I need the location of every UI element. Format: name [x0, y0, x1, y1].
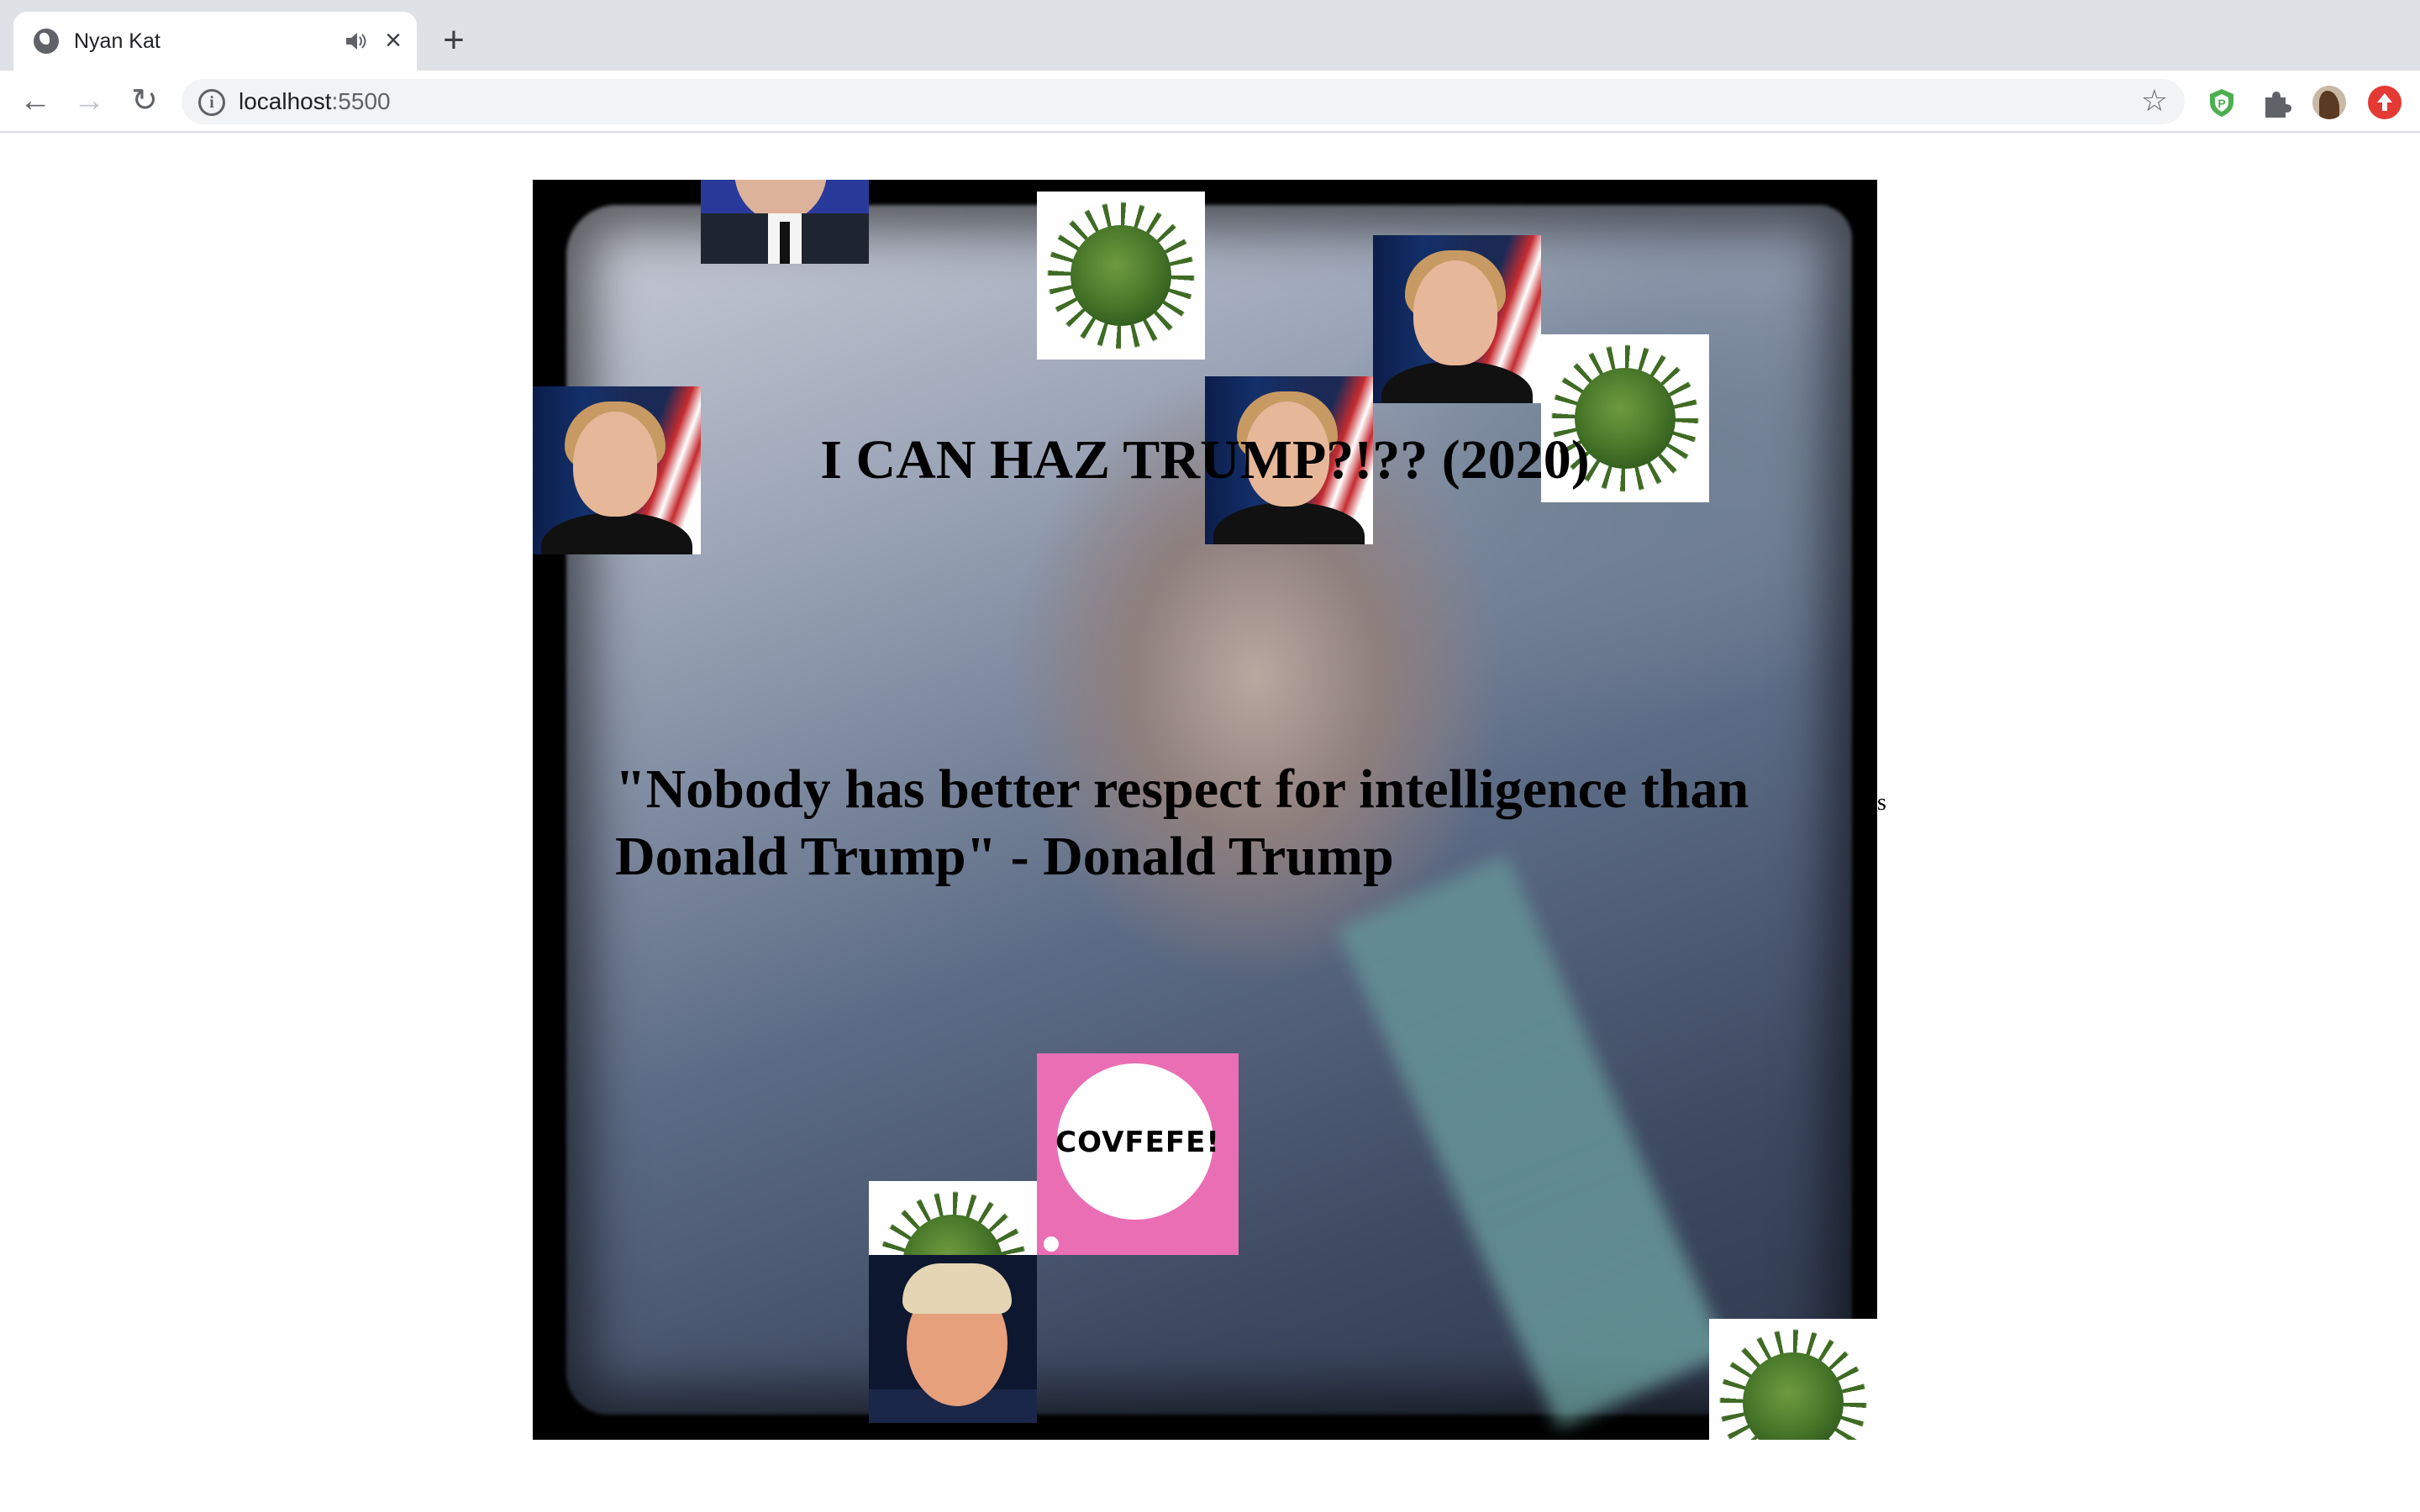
update-icon[interactable] — [2368, 86, 2402, 119]
page-content: I CAN HAZ TRUMP?!?? (2020) "Nobody has b… — [0, 133, 2420, 1512]
page-title: I CAN HAZ TRUMP?!?? (2020) — [820, 429, 1590, 491]
stage-frame: I CAN HAZ TRUMP?!?? (2020) "Nobody has b… — [533, 180, 1886, 1440]
new-tab-button[interactable]: + — [434, 22, 474, 62]
trump-thumbnail — [869, 1255, 1037, 1423]
portrait-hair — [902, 1263, 1012, 1314]
portrait-body — [1381, 361, 1533, 403]
svg-text:P: P — [2217, 97, 2225, 110]
browser-window: Nyan Kat × + ← → ↻ i localhost:5500 ☆ P — [0, 0, 2420, 1512]
info-icon[interactable]: i — [198, 89, 225, 116]
quote-text: "Nobody has better respect for intellige… — [615, 759, 1749, 887]
virus-thumbnail — [1037, 192, 1205, 360]
close-tab-icon[interactable]: × — [376, 24, 410, 57]
url-text[interactable]: localhost:5500 — [239, 86, 391, 118]
speaker-icon[interactable] — [343, 29, 368, 54]
portrait-face — [1413, 260, 1497, 365]
stray-text: s — [1877, 790, 1886, 816]
arrow-up-icon — [2377, 93, 2392, 111]
avatar[interactable] — [2312, 86, 2346, 119]
toolbar: ← → ↻ i localhost:5500 ☆ P — [0, 71, 2420, 133]
forward-button[interactable]: → — [71, 82, 108, 119]
shield-extension-icon[interactable]: P — [2205, 86, 2238, 119]
virus-core — [1071, 225, 1171, 326]
avatar-horse-shape — [2319, 91, 2339, 119]
back-button[interactable]: ← — [17, 82, 54, 119]
globe-icon — [34, 29, 59, 54]
speech-bubble-dot — [1044, 1236, 1059, 1252]
puzzle-extension-icon[interactable] — [2259, 86, 2292, 119]
bookmark-star-icon[interactable]: ☆ — [2141, 84, 2168, 118]
tab-strip: Nyan Kat × + — [0, 0, 2420, 71]
url-host: localhost — [239, 88, 332, 114]
tab-nyan-kat[interactable]: Nyan Kat × — [13, 12, 417, 71]
tab-title: Nyan Kat — [74, 29, 160, 53]
man-thumbnail — [701, 180, 869, 264]
reload-button[interactable]: ↻ — [126, 82, 163, 119]
portrait-body — [541, 512, 692, 554]
hillary-thumbnail — [1373, 235, 1541, 403]
covfefe-label: COVFEFE! — [1055, 1126, 1220, 1159]
man-tie — [780, 222, 790, 264]
virus-thumbnail — [1709, 1319, 1877, 1440]
address-bar[interactable]: i localhost:5500 ☆ — [182, 79, 2185, 124]
portrait-body — [1213, 502, 1365, 544]
url-port: :5500 — [331, 88, 391, 114]
covfefe-thumbnail: COVFEFE! — [1037, 1053, 1239, 1255]
